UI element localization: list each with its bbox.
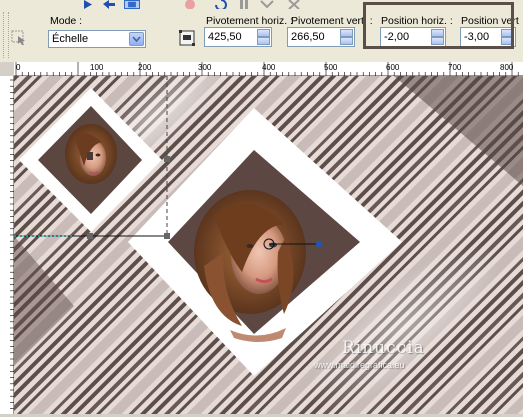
layout-icon[interactable]	[124, 0, 140, 9]
tool-options-toolbar: Mode : Échelle Pivotement horiz. : 425,5…	[0, 0, 523, 63]
resize-handle[interactable]	[87, 233, 93, 239]
toolbar-grip[interactable]	[3, 12, 9, 58]
canvas-artwork	[14, 76, 523, 414]
undo-icon[interactable]	[213, 0, 229, 9]
ruler-vertical[interactable]	[0, 76, 14, 414]
arrow-icon[interactable]	[101, 0, 117, 9]
mode-select-value: Échelle	[52, 33, 89, 45]
rotation-h-value: 425,50	[208, 31, 242, 43]
play-icon[interactable]	[80, 0, 96, 9]
cancel-icon[interactable]	[182, 0, 198, 9]
rotation-v-input[interactable]: 266,50	[287, 27, 355, 47]
pick-tool-icon[interactable]	[10, 28, 28, 46]
pause-icon[interactable]	[236, 0, 252, 9]
ruler-label: 700	[448, 63, 462, 72]
mode-label: Mode :	[50, 15, 83, 27]
spin-down-icon[interactable]	[257, 37, 270, 45]
rotation-handle[interactable]	[316, 241, 322, 247]
close-icon[interactable]	[286, 0, 302, 9]
redo-icon[interactable]	[259, 0, 275, 9]
rotation-v-value: 266,50	[291, 31, 325, 43]
center-handle[interactable]	[87, 152, 93, 160]
ruler-corner	[0, 62, 14, 76]
rotation-h-label: Pivotement horiz. :	[206, 15, 293, 27]
ruler-horizontal[interactable]: 0 100 200 300 400 500 600 700 800	[14, 62, 523, 76]
resize-handle[interactable]	[164, 156, 170, 162]
ruler-label: 100	[90, 63, 104, 72]
spin-up-icon[interactable]	[257, 29, 270, 37]
rotation-pivot-icon[interactable]	[178, 29, 196, 47]
ruler-label: 300	[198, 63, 212, 72]
chevron-down-icon[interactable]	[129, 32, 144, 46]
ruler-label: 600	[386, 63, 400, 72]
rotation-v-label: Pivotement vert. :	[291, 15, 373, 27]
watermark-name: Rinuccia	[342, 338, 425, 358]
mode-select[interactable]: Échelle	[48, 30, 146, 48]
ruler-label: 500	[324, 63, 338, 72]
watermark-url: www.maidiregrafica.eu	[314, 360, 405, 370]
resize-handle[interactable]	[164, 233, 170, 239]
spin-down-icon[interactable]	[340, 37, 353, 45]
highlight-box	[363, 2, 514, 49]
spin-up-icon[interactable]	[340, 29, 353, 37]
rotation-h-input[interactable]: 425,50	[204, 27, 272, 47]
ruler-label: 200	[138, 63, 152, 72]
ruler-label: 0	[16, 63, 21, 72]
ruler-label: 400	[262, 63, 276, 72]
image-canvas[interactable]: Rinuccia www.maidiregrafica.eu	[14, 76, 523, 414]
ruler-label: 800	[500, 63, 514, 72]
